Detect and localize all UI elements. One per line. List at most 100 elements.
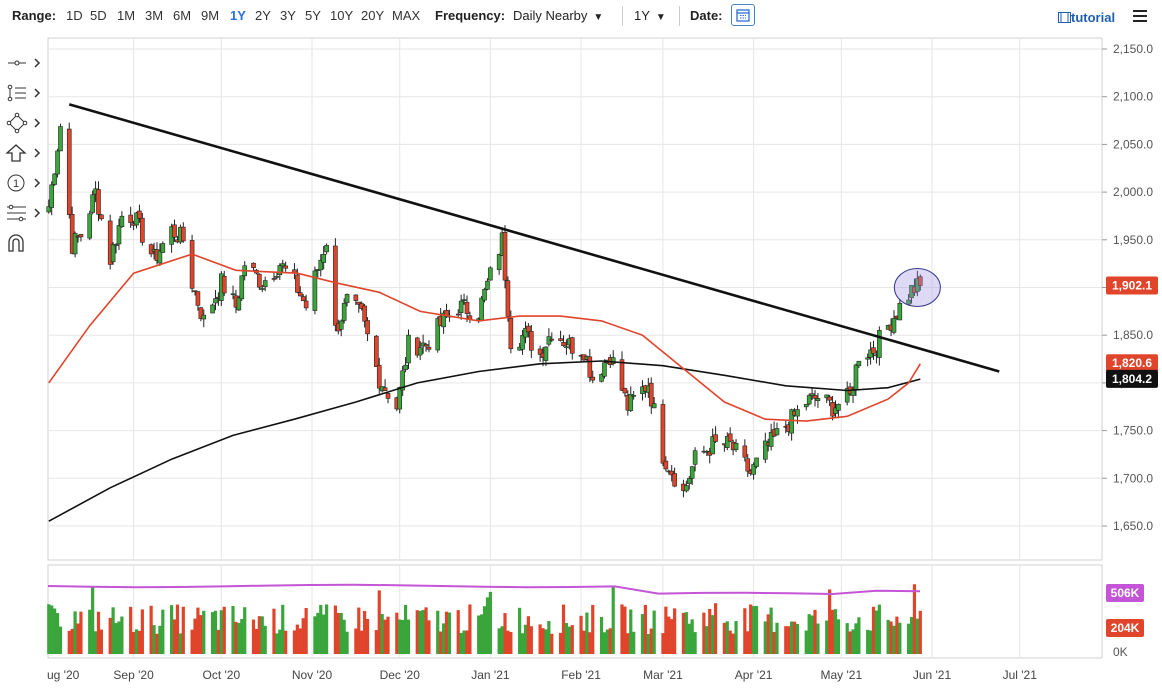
volume-bar [88,609,92,654]
candle-body [58,126,63,152]
volume-bar [325,604,329,654]
volume-bar [804,630,808,654]
candle-body [622,388,628,394]
volume-bar [263,625,267,654]
candle-body [300,296,306,302]
volume-bar [257,616,261,654]
candle-body [283,265,288,269]
crosshair-icon[interactable] [4,52,44,74]
volume-bar [210,612,215,654]
volume-bar [196,607,200,654]
candle-body [99,214,104,220]
volume-bar [708,608,712,654]
candle-body [49,184,54,208]
arrow-up-icon[interactable] [4,142,44,164]
x-tick-label: Oct '20 [203,668,241,682]
volume-bar [96,611,101,654]
volume-bar [465,630,469,654]
volume-bar [155,633,159,654]
candle-body [119,215,125,227]
volume-bar [599,616,604,654]
volume-bar [278,629,282,654]
fib-icon[interactable] [4,202,44,224]
volume-bar [547,621,551,654]
y-tick-label: 1,750.0 [1113,424,1153,438]
candle-body [96,189,101,215]
candle-body [651,403,657,409]
candle-body [505,280,511,317]
volume-bar [447,612,452,654]
price-chart[interactable]: 2,150.02,100.02,050.02,000.01,950.01,900… [0,0,1162,694]
candle-body [713,434,718,442]
volume-bar [743,608,747,654]
x-tick-label: Dec '20 [380,668,421,682]
volume-bar [825,620,829,654]
volume-bar [886,619,890,654]
volume-bar [652,610,656,654]
volume-bar [260,616,264,654]
line-tools-icon[interactable] [4,82,44,104]
shapes-icon[interactable] [4,112,44,134]
candle-body [502,231,508,281]
volume-bar [418,610,422,654]
volume-bar [477,615,481,654]
candle-body [871,347,876,354]
candle-body [856,360,862,367]
volume-bar [301,618,305,654]
volume-bar [111,607,115,654]
volume-bar [664,606,668,654]
volume-bar [611,585,615,654]
volume-bar [275,633,279,654]
candle-body [365,320,370,335]
volume-bar [766,614,770,654]
candle-body [745,458,751,472]
volume-frame [47,564,1103,659]
candle-body [865,357,870,360]
volume-bar [681,612,686,654]
volume-bar [482,606,487,654]
number-marker-icon[interactable]: 1 [4,172,44,194]
volume-bar [398,619,402,654]
candle-body [110,244,116,263]
magnet-icon[interactable] [4,232,44,254]
volume-bar [784,626,788,654]
volume-bar [866,629,870,654]
volume-bar [868,630,873,654]
candle-body [140,217,145,243]
volume-bar [395,612,399,654]
volume-bar [421,610,425,654]
candle-body [251,262,256,269]
volume-bar [828,589,832,654]
volume-bar [322,614,326,654]
candle-body [128,214,133,224]
candle-body [663,460,669,470]
volume-bar [406,619,411,654]
volume-bar [518,607,522,654]
candle-body [648,382,654,407]
candle-body [689,466,695,479]
volume-bar [231,605,235,654]
candle-body [87,213,93,239]
candle-body [733,442,739,450]
volume-bar [134,629,139,654]
candle-body [277,265,283,276]
volume-bar [713,603,718,654]
candle-body [426,346,432,350]
volume-bar [120,616,124,654]
volume-bar [190,629,194,654]
candle-body [172,224,177,238]
candle-body [672,473,677,487]
y-tick-label: 1,650.0 [1113,519,1153,533]
volume-bar [693,632,697,654]
candle-body [628,394,634,411]
candle-body [259,288,265,290]
volume-bar [193,618,197,654]
candle-body [353,294,359,301]
candle-body [274,276,280,278]
volume-bar [254,628,259,654]
volume-bar [687,623,691,654]
candle-body [78,234,84,238]
volume-bar [91,586,95,654]
volume-bar [646,633,650,654]
volume-bar [626,633,630,654]
